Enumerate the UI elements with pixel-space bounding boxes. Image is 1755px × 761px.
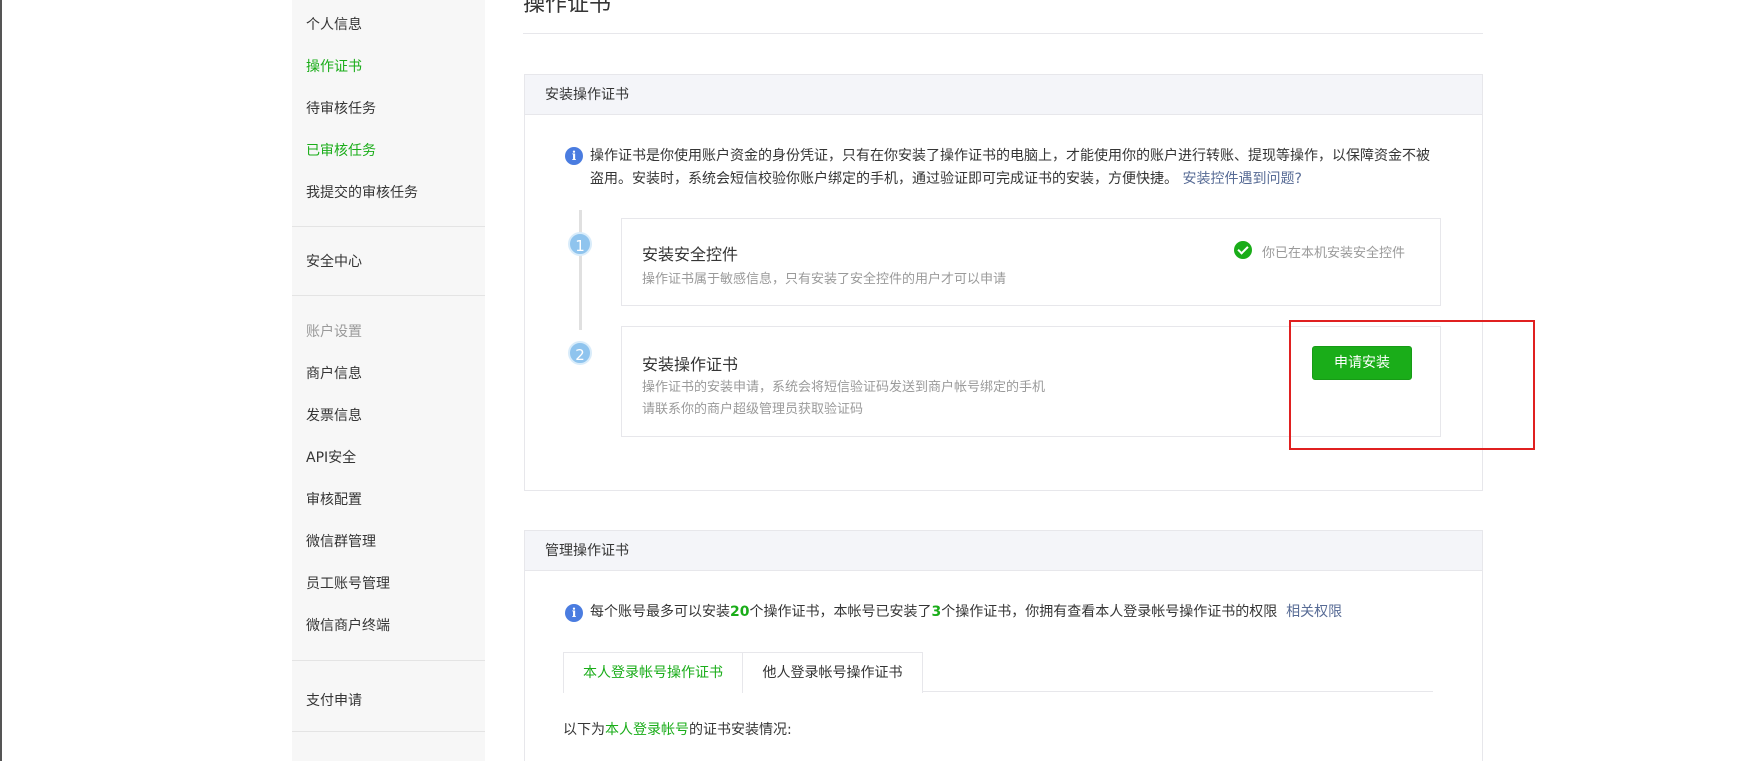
step-1-status: 你已在本机安装安全控件: [1262, 246, 1406, 261]
manage-notice-part2: 个操作证书，本帐号已安装了: [749, 604, 932, 620]
sidebar-item-reviewed-tasks[interactable]: 已审核任务: [306, 140, 376, 160]
install-notice-line1: 操作证书是你使用账户资金的身份凭证，只有在你安装了操作证书的电脑上，才能使用你的…: [590, 148, 1430, 164]
sidebar-item-security-center[interactable]: 安全中心: [306, 251, 362, 271]
step-2-desc-1: 操作证书的安装申请，系统会将短信验证码发送到商户帐号绑定的手机: [642, 380, 1046, 395]
tab-own-account-certs[interactable]: 本人登录帐号操作证书: [563, 652, 743, 693]
window-edge: [0, 0, 2, 761]
sidebar-item-merchant-info[interactable]: 商户信息: [306, 363, 362, 383]
manage-notice-part3: 个操作证书，你拥有查看本人登录帐号操作证书的权限: [941, 604, 1278, 620]
sidebar-item-review-config[interactable]: 审核配置: [306, 489, 362, 509]
sidebar-divider: [292, 660, 485, 661]
page-title: 操作证书: [523, 0, 612, 17]
manage-notice-part1: 每个账号最多可以安装: [590, 604, 730, 620]
install-help-link[interactable]: 安装控件遇到问题?: [1182, 171, 1301, 187]
install-notice-line2-wrap: 盗用。安装时，系统会短信校验你账户绑定的手机，通过验证即可完成证书的安装，方便快…: [590, 168, 1450, 191]
info-icon: i: [565, 147, 583, 165]
related-permissions-link[interactable]: 相关权限: [1286, 604, 1342, 620]
info-icon: i: [565, 604, 583, 622]
cert-line-prefix: 以下为: [563, 722, 605, 738]
install-notice-line2: 盗用。安装时，系统会短信校验你账户绑定的手机，通过验证即可完成证书的安装，方便快…: [590, 171, 1178, 187]
sidebar-item-api-security[interactable]: API安全: [306, 447, 356, 467]
sidebar-item-pending-review[interactable]: 待审核任务: [306, 98, 376, 118]
check-circle-icon: [1234, 241, 1252, 259]
sidebar-item-wechat-terminal[interactable]: 微信商户终端: [306, 615, 390, 635]
manage-card-header: 管理操作证书: [525, 531, 1482, 571]
cert-tabs: 本人登录帐号操作证书 他人登录帐号操作证书: [563, 652, 1433, 693]
step-1-desc: 操作证书属于敏感信息，只有安装了安全控件的用户才可以申请: [642, 272, 1007, 287]
max-cert-count: 20: [730, 604, 750, 620]
manage-notice: 每个账号最多可以安装20个操作证书，本帐号已安装了3个操作证书，你拥有查看本人登…: [590, 601, 1342, 624]
step-1-box: 安装安全控件 操作证书属于敏感信息，只有安装了安全控件的用户才可以申请 你已在本…: [621, 218, 1441, 306]
step-2-desc-2: 请联系你的商户超级管理员获取验证码: [642, 402, 864, 417]
install-card-header: 安装操作证书: [525, 75, 1482, 115]
highlight-box: [1289, 320, 1535, 450]
sidebar-divider: [292, 226, 485, 227]
sidebar-item-invoice-info[interactable]: 发票信息: [306, 405, 362, 425]
install-notice: 操作证书是你使用账户资金的身份凭证，只有在你安装了操作证书的电脑上，才能使用你的…: [590, 145, 1450, 191]
step-1-title: 安装安全控件: [642, 245, 739, 264]
step-timeline: [579, 210, 582, 330]
cert-status-line: 以下为本人登录帐号的证书安装情况:: [563, 719, 792, 739]
sidebar-item-my-submitted-tasks[interactable]: 我提交的审核任务: [306, 182, 418, 202]
cert-line-highlight: 本人登录帐号: [605, 722, 689, 738]
step-1-badge: 1: [568, 232, 592, 256]
sidebar-item-operation-certificate[interactable]: 操作证书: [306, 56, 362, 76]
title-divider: [523, 33, 1483, 34]
sidebar-item-wechat-group[interactable]: 微信群管理: [306, 531, 376, 551]
sidebar-item-payment-application[interactable]: 支付申请: [306, 690, 362, 710]
manage-certificate-card: 管理操作证书 i 每个账号最多可以安装20个操作证书，本帐号已安装了3个操作证书…: [524, 530, 1483, 761]
cert-line-suffix: 的证书安装情况:: [689, 722, 792, 738]
tab-other-account-certs[interactable]: 他人登录帐号操作证书: [743, 652, 923, 693]
sidebar-group-account-settings: 账户设置: [306, 324, 362, 340]
step-2-title: 安装操作证书: [642, 355, 739, 374]
sidebar-item-staff-accounts[interactable]: 员工账号管理: [306, 573, 390, 593]
step-2-badge: 2: [568, 341, 592, 365]
sidebar-divider: [292, 295, 485, 296]
sidebar-divider: [292, 731, 485, 732]
installed-cert-count: 3: [931, 604, 942, 620]
sidebar-item-personal-info[interactable]: 个人信息: [306, 14, 362, 34]
sidebar: 个人信息 操作证书 待审核任务 已审核任务 我提交的审核任务 安全中心 账户设置…: [292, 0, 485, 761]
